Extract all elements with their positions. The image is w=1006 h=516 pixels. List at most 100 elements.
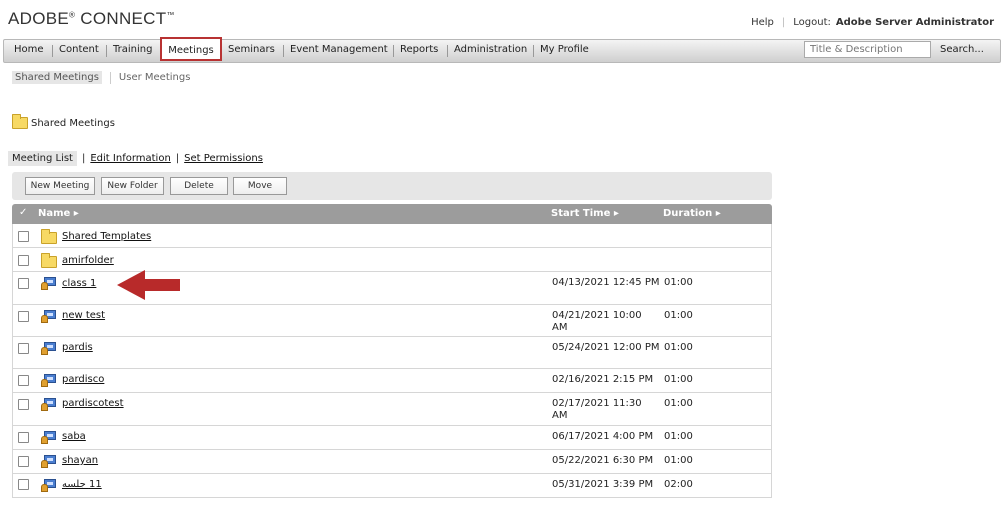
folder-heading: Shared Meetings [12,114,115,129]
row-start-time: 04/13/2021 12:45 PM [552,277,660,288]
nav-home[interactable]: Home [14,40,44,62]
row-checkbox[interactable] [18,231,29,242]
nav-divider [393,45,394,57]
subnav-user-meetings[interactable]: User Meetings [119,72,191,83]
tab-edit-information[interactable]: Edit Information [90,153,170,164]
row-name-link[interactable]: new test [62,310,105,321]
row-duration: 01:00 [664,374,693,385]
meeting-toolbar: New Meeting New Folder Delete Move [12,172,772,200]
select-all-check-icon[interactable]: ✓ [19,207,27,218]
nav-divider [52,45,53,57]
folder-title: Shared Meetings [31,117,115,129]
row-name-link[interactable]: shayan [62,455,98,466]
table-row: Shared Templates [13,224,771,248]
meeting-icon [41,398,57,414]
table-row: pardiscotest 02/17/2021 11:30 AM 01:00 [13,393,771,426]
nav-meetings[interactable]: Meetings [160,37,222,61]
table-row: pardis 05/24/2021 12:00 PM 01:00 [13,337,771,369]
folder-tabs: Meeting List | Edit Information | Set Pe… [8,151,263,166]
row-checkbox[interactable] [18,479,29,490]
table-row: shayan 05/22/2021 6:30 PM 01:00 [13,450,771,474]
row-duration: 01:00 [664,431,693,442]
move-button[interactable]: Move [233,177,287,195]
table-row: pardisco 02/16/2021 2:15 PM 01:00 [13,369,771,393]
row-checkbox[interactable] [18,278,29,289]
nav-training[interactable]: Training [113,40,152,62]
row-start-time: 02/16/2021 2:15 PM [552,374,654,385]
new-folder-button[interactable]: New Folder [101,177,164,195]
row-name-link[interactable]: pardis [62,342,93,353]
row-name-link[interactable]: amirfolder [62,255,114,266]
row-start-time: 02/17/2021 11:30 AM [552,398,642,421]
logout-label[interactable]: Logout: [793,17,831,28]
column-name-header[interactable]: Name ▸ [38,208,79,219]
row-name-link[interactable]: class 1 [62,278,96,289]
nav-event-management[interactable]: Event Management [290,40,388,62]
help-link[interactable]: Help [751,17,774,28]
meeting-icon [41,479,57,495]
meeting-icon [41,342,57,358]
row-name-link[interactable]: pardisco [62,374,104,385]
nav-my-profile[interactable]: My Profile [540,40,589,62]
row-name-link[interactable]: pardiscotest [62,398,124,409]
nav-divider [447,45,448,57]
row-name-link[interactable]: saba [62,431,86,442]
row-checkbox[interactable] [18,375,29,386]
row-checkbox[interactable] [18,456,29,467]
row-checkbox[interactable] [18,255,29,266]
row-start-time: 05/24/2021 12:00 PM [552,342,660,353]
delete-button[interactable]: Delete [170,177,228,195]
tab-separator: | [175,153,180,164]
meeting-icon [41,277,57,293]
nav-divider [283,45,284,57]
search-button[interactable]: Search... [940,40,984,62]
red-arrow-annotation [117,270,180,300]
column-duration-header[interactable]: Duration ▸ [663,208,721,219]
nav-reports[interactable]: Reports [400,40,438,62]
meeting-icon [41,374,57,390]
subnav-divider [109,71,111,84]
table-row: saba 06/17/2021 4:00 PM 01:00 [13,426,771,450]
meeting-table-body: Shared Templates amirfolder class 1 04/1… [12,224,772,498]
header-separator: | [781,17,786,28]
nav-seminars[interactable]: Seminars [228,40,275,62]
row-checkbox[interactable] [18,432,29,443]
row-duration: 02:00 [664,479,693,490]
tab-meeting-list[interactable]: Meeting List [8,151,77,166]
row-duration: 01:00 [664,455,693,466]
table-row: amirfolder [13,248,771,272]
row-checkbox[interactable] [18,343,29,354]
row-duration: 01:00 [664,310,693,321]
folder-icon [12,114,28,129]
subnav-shared-meetings[interactable]: Shared Meetings [12,71,102,84]
row-start-time: 05/22/2021 6:30 PM [552,455,654,466]
nav-content[interactable]: Content [59,40,99,62]
table-header: ✓ Name ▸ Start Time ▸ Duration ▸ [12,204,772,224]
tab-set-permissions[interactable]: Set Permissions [184,153,263,164]
row-checkbox[interactable] [18,311,29,322]
nav-divider [106,45,107,57]
search-input[interactable] [804,41,931,58]
sub-navigation: Shared Meetings User Meetings [12,71,190,84]
table-row: ‫11 جلسه‬ 05/31/2021 3:39 PM 02:00 [13,474,771,497]
nav-divider [533,45,534,57]
arrow-shape [117,270,180,300]
row-duration: 01:00 [664,277,693,288]
nav-administration[interactable]: Administration [454,40,527,62]
meeting-icon [41,455,57,471]
row-duration: 01:00 [664,398,693,409]
row-name-link[interactable]: Shared Templates [62,231,151,242]
adobe-connect-logo: ADOBE® CONNECT™ [8,9,175,28]
new-meeting-button[interactable]: New Meeting [25,177,95,195]
row-checkbox[interactable] [18,399,29,410]
row-start-time: 05/31/2021 3:39 PM [552,479,654,490]
meeting-icon [41,310,57,326]
tab-separator: | [81,153,86,164]
row-start-time: 06/17/2021 4:00 PM [552,431,654,442]
main-navbar: Home Content Training Meetings Seminars … [3,37,1001,63]
row-start-time: 04/21/2021 10:00 AM [552,310,642,333]
column-start-header[interactable]: Start Time ▸ [551,208,619,219]
row-duration: 01:00 [664,342,693,353]
table-row: new test 04/21/2021 10:00 AM 01:00 [13,305,771,337]
row-name-link[interactable]: ‫11 جلسه‬ [62,479,102,490]
